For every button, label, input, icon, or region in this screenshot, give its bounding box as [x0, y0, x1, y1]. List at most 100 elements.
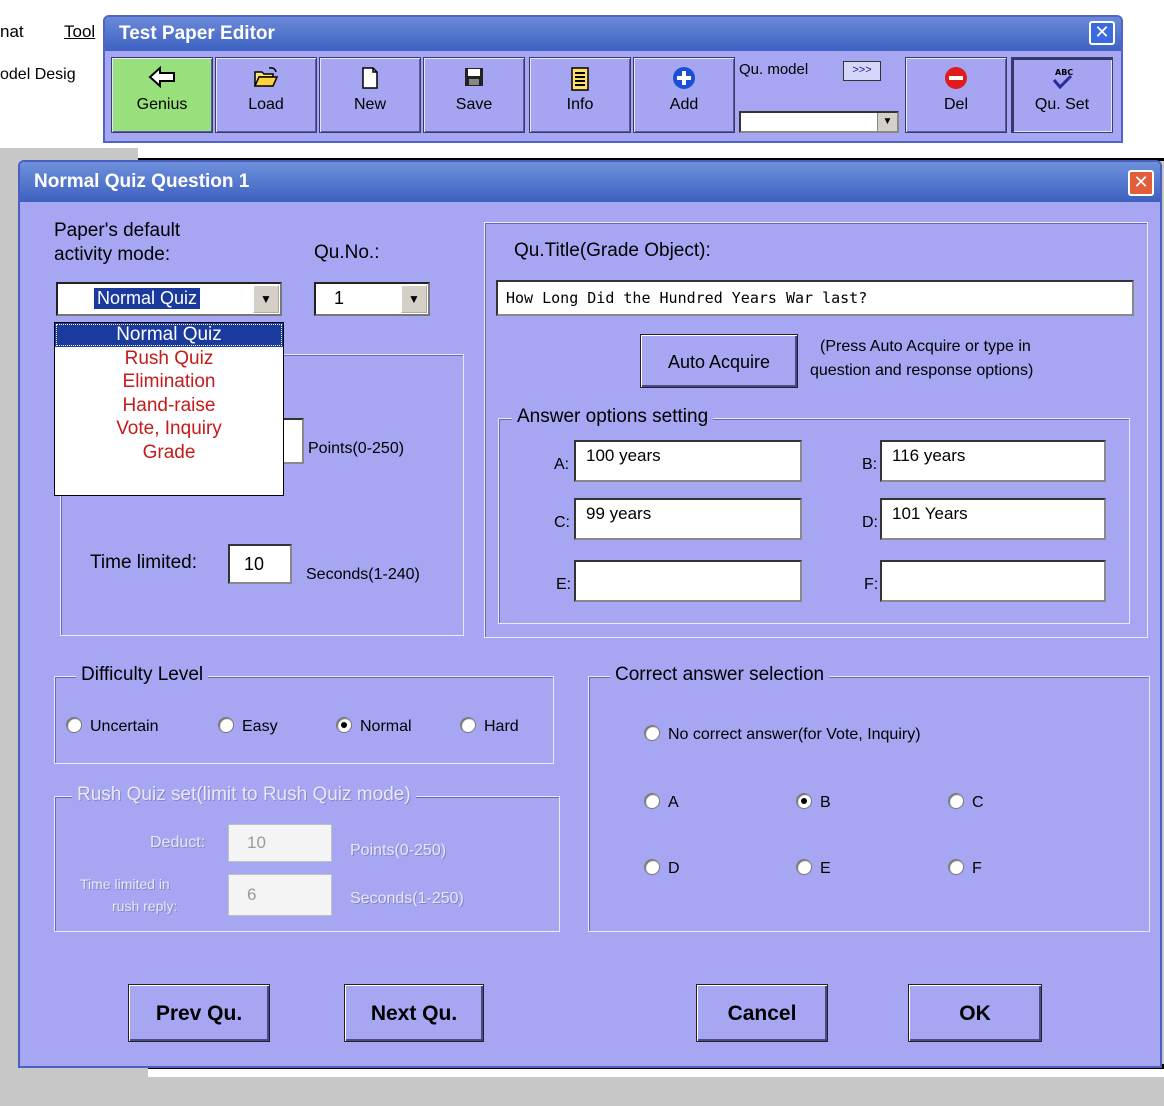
answer-c-input[interactable]: 99 years — [574, 498, 802, 540]
rush-deduct-label: Deduct: — [150, 834, 206, 851]
floppy-disk-icon — [424, 66, 524, 96]
correct-d-label: D — [668, 860, 680, 877]
activity-mode-value: Normal Quiz — [94, 288, 201, 309]
correct-b-label: B — [820, 794, 831, 811]
rush-points-range-label: Points(0-250) — [350, 842, 447, 859]
auto-acquire-hint-line2: question and response options) — [810, 362, 1034, 379]
chevron-down-icon[interactable]: ▼ — [401, 285, 427, 313]
difficulty-easy-radio[interactable]: Easy — [218, 717, 278, 736]
dialog-title: Normal Quiz Question 1 — [34, 171, 250, 192]
question-number-value: 1 — [334, 288, 345, 308]
answer-b-input[interactable]: 116 years — [880, 440, 1106, 482]
activity-mode-label-line1: Paper's default — [54, 220, 181, 241]
editor-title: Test Paper Editor — [119, 23, 275, 44]
rush-time-label-line2: rush reply: — [112, 898, 178, 914]
info-label: Info — [566, 96, 594, 113]
save-button[interactable]: Save — [423, 57, 525, 133]
difficulty-normal-radio[interactable]: Normal — [336, 717, 412, 736]
rush-seconds-range-label: Seconds(1-250) — [350, 890, 464, 907]
radio-dot — [644, 793, 660, 809]
answer-b-key: B: — [862, 456, 878, 473]
difficulty-hard-radio[interactable]: Hard — [460, 717, 519, 736]
answer-d-key: D: — [862, 514, 878, 531]
correct-e-radio[interactable]: E — [796, 859, 831, 878]
difficulty-uncertain-radio[interactable]: Uncertain — [66, 717, 158, 736]
activity-mode-dropdown-list[interactable]: Normal Quiz Rush Quiz Elimination Hand-r… — [54, 322, 284, 496]
auto-acquire-hint-line1: (Press Auto Acquire or type in — [820, 338, 1031, 355]
cancel-button[interactable]: Cancel — [696, 984, 828, 1042]
mode-option-normal-quiz[interactable]: Normal Quiz — [55, 323, 283, 347]
open-folder-icon — [216, 66, 316, 96]
auto-acquire-button[interactable]: Auto Acquire — [640, 334, 798, 388]
answer-d-input[interactable]: 101 Years — [880, 498, 1106, 540]
radio-dot — [796, 859, 812, 875]
correct-f-radio[interactable]: F — [948, 859, 982, 878]
ok-button[interactable]: OK — [908, 984, 1042, 1042]
difficulty-hard-label: Hard — [484, 718, 519, 735]
chevron-down-icon[interactable]: ▼ — [253, 285, 279, 313]
question-title-label: Qu.Title(Grade Object): — [514, 240, 711, 261]
host-model-design[interactable]: odel Desig — [0, 66, 76, 84]
answer-a-key: A: — [554, 456, 570, 473]
new-button[interactable]: New — [319, 57, 421, 133]
load-label: Load — [248, 96, 284, 113]
correct-e-label: E — [820, 860, 831, 877]
mode-option-vote-inquiry[interactable]: Vote, Inquiry — [55, 417, 283, 441]
mode-option-hand-raise[interactable]: Hand-raise — [55, 394, 283, 418]
correct-a-radio[interactable]: A — [644, 793, 679, 812]
genius-label: Genius — [136, 96, 188, 113]
radio-dot — [644, 859, 660, 875]
add-label: Add — [669, 96, 699, 113]
question-number-select[interactable]: 1 ▼ — [314, 282, 430, 316]
difficulty-uncertain-label: Uncertain — [90, 718, 159, 735]
info-sheet-icon — [530, 66, 630, 96]
radio-dot-checked — [336, 717, 352, 733]
time-limited-label: Time limited: — [90, 552, 197, 573]
answer-options-group-title: Answer options setting — [512, 406, 714, 428]
spell-check-icon: ABC — [1012, 66, 1112, 96]
host-menu-tools[interactable]: Tool — [64, 22, 95, 42]
editor-close-button[interactable]: ✕ — [1089, 21, 1115, 45]
new-label: New — [353, 96, 386, 113]
correct-b-radio[interactable]: B — [796, 793, 831, 812]
genius-button[interactable]: Genius — [111, 57, 213, 133]
radio-dot — [218, 717, 234, 733]
chevron-down-icon[interactable]: ▼ — [877, 113, 897, 131]
del-label: Del — [943, 96, 968, 113]
info-button[interactable]: Info — [529, 57, 631, 133]
no-correct-answer-label: No correct answer(for Vote, Inquiry) — [668, 726, 921, 743]
answer-a-input[interactable]: 100 years — [574, 440, 802, 482]
next-question-button[interactable]: Next Qu. — [344, 984, 484, 1042]
editor-title-bar[interactable]: Test Paper Editor ✕ — [105, 17, 1121, 51]
dialog-close-button[interactable]: ✕ — [1128, 170, 1154, 196]
mode-option-elimination[interactable]: Elimination — [55, 370, 283, 394]
qu-model-select[interactable]: ▼ — [739, 111, 899, 133]
correct-d-radio[interactable]: D — [644, 859, 680, 878]
qu-set-label: Qu. Set — [1034, 96, 1090, 113]
qu-model-more-button[interactable]: >>> — [843, 61, 881, 81]
del-button[interactable]: Del — [905, 57, 1007, 133]
mode-option-grade[interactable]: Grade — [55, 441, 283, 465]
rush-time-input: 6 — [228, 874, 332, 916]
host-menu-format[interactable]: nat — [0, 22, 24, 42]
difficulty-normal-label: Normal — [360, 718, 412, 735]
radio-dot — [460, 717, 476, 733]
qu-set-button[interactable]: ABC Qu. Set — [1011, 57, 1113, 133]
correct-c-radio[interactable]: C — [948, 793, 984, 812]
answer-e-input[interactable] — [574, 560, 802, 602]
correct-f-label: F — [972, 860, 982, 877]
answer-f-input[interactable] — [880, 560, 1106, 602]
dialog-title-bar[interactable]: Normal Quiz Question 1 ✕ — [20, 162, 1160, 202]
mode-option-rush-quiz[interactable]: Rush Quiz — [55, 347, 283, 371]
prev-question-button[interactable]: Prev Qu. — [128, 984, 270, 1042]
no-correct-answer-radio[interactable]: No correct answer(for Vote, Inquiry) — [644, 725, 921, 744]
time-seconds-range-label: Seconds(1-240) — [306, 566, 420, 583]
time-limited-input[interactable]: 10 — [228, 544, 292, 584]
new-document-icon — [320, 66, 420, 96]
activity-mode-select[interactable]: Normal Quiz ▼ — [56, 282, 282, 316]
load-button[interactable]: Load — [215, 57, 317, 133]
answer-f-key: F: — [864, 576, 879, 593]
points-input[interactable] — [282, 418, 304, 464]
add-button[interactable]: Add — [633, 57, 735, 133]
question-title-input[interactable]: How Long Did the Hundred Years War last? — [496, 280, 1134, 316]
